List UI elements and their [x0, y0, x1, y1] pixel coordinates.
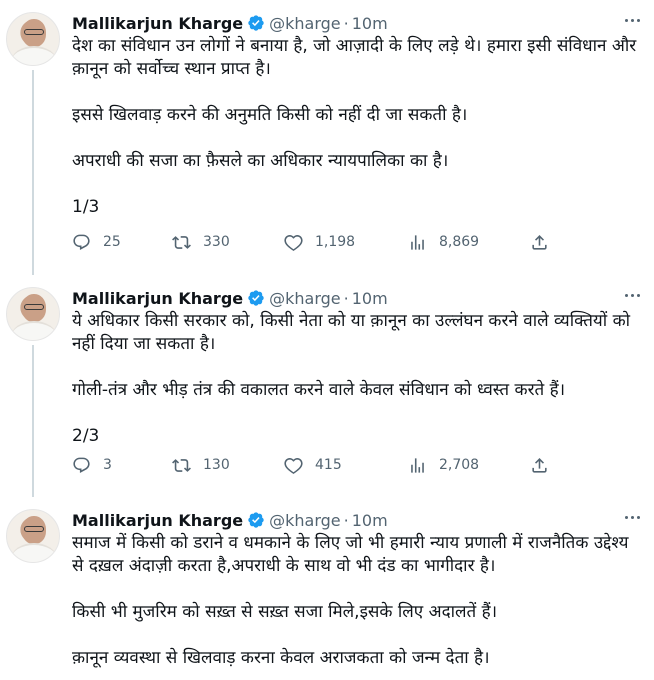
share-button[interactable]: [530, 233, 561, 252]
tweet-thread: Mallikarjun Kharge @kharge · 10m देश का …: [0, 0, 654, 680]
tweet-paragraph: देश का संविधान उन लोगों ने बनाया है, जो …: [72, 36, 637, 79]
share-icon: [532, 457, 547, 473]
retweet-count: 130: [203, 457, 230, 473]
like-icon: [284, 457, 303, 474]
tweet-1[interactable]: Mallikarjun Kharge @kharge · 10m देश का …: [0, 0, 654, 275]
reply-count: 3: [103, 457, 112, 473]
views-icon: [411, 234, 424, 250]
verified-badge-icon: [247, 14, 265, 32]
tweet-header: Mallikarjun Kharge @kharge · 10m: [72, 287, 638, 309]
tweet-actions: 3 130 415 2,708: [72, 453, 572, 477]
reply-icon: [73, 457, 90, 473]
share-icon: [532, 234, 547, 250]
views-button[interactable]: 2,708: [408, 456, 479, 475]
retweet-count: 330: [203, 234, 230, 250]
verified-badge-icon: [247, 511, 265, 529]
thread-line: [32, 345, 34, 497]
tweet-3[interactable]: Mallikarjun Kharge @kharge · 10m समाज मे…: [0, 497, 654, 680]
tweet-time[interactable]: 10m: [352, 289, 388, 308]
reply-icon: [73, 234, 90, 250]
author-handle[interactable]: @kharge: [269, 289, 341, 308]
retweet-button[interactable]: 330: [172, 233, 230, 252]
separator-dot: ·: [343, 510, 349, 530]
avatar[interactable]: [6, 287, 60, 341]
more-icon[interactable]: [622, 512, 642, 522]
tweet-header: Mallikarjun Kharge @kharge · 10m: [72, 12, 638, 34]
verified-badge-icon: [247, 289, 265, 307]
tweet-text: समाज में किसी को डराने व धमकाने के लिए ज…: [72, 532, 638, 670]
thread-counter: 1/3: [72, 197, 100, 217]
reply-button[interactable]: 25: [72, 233, 121, 252]
tweet-paragraph: क़ानून व्यवस्था से खिलवाड़ करना केवल अरा…: [72, 648, 490, 668]
tweet-time[interactable]: 10m: [352, 511, 388, 530]
tweet-paragraph: इससे खिलवाड़ करने की अनुमति किसी को नहीं…: [72, 105, 468, 125]
avatar-column: [6, 509, 60, 563]
like-count: 1,198: [315, 234, 356, 250]
avatar-column: [6, 12, 60, 66]
like-count: 415: [315, 457, 342, 473]
retweet-button[interactable]: 130: [172, 456, 230, 475]
tweet-paragraph: ये अधिकार किसी सरकार को, किसी नेता को या…: [72, 311, 631, 354]
tweet-content: Mallikarjun Kharge @kharge · 10m समाज मे…: [72, 509, 638, 670]
tweet-time[interactable]: 10m: [352, 14, 388, 33]
view-count: 8,869: [439, 234, 480, 250]
avatar-column: [6, 287, 60, 341]
author-name[interactable]: Mallikarjun Kharge: [72, 14, 243, 33]
author-handle[interactable]: @kharge: [269, 511, 341, 530]
author-handle[interactable]: @kharge: [269, 14, 341, 33]
thread-counter: 2/3: [72, 426, 100, 446]
tweet-2[interactable]: Mallikarjun Kharge @kharge · 10m ये अधिक…: [0, 275, 654, 497]
author-name[interactable]: Mallikarjun Kharge: [72, 511, 243, 530]
separator-dot: ·: [343, 13, 349, 33]
retweet-icon: [172, 458, 191, 472]
avatar[interactable]: [6, 12, 60, 66]
retweet-icon: [172, 235, 191, 249]
tweet-paragraph: गोली-तंत्र और भीड़ तंत्र की वकालत करने व…: [72, 380, 566, 400]
tweet-paragraph: किसी भी मुजरिम को सख़्त से सख़्त सजा मिल…: [72, 602, 498, 622]
tweet-paragraph: समाज में किसी को डराने व धमकाने के लिए ज…: [72, 533, 629, 576]
tweet-text: ये अधिकार किसी सरकार को, किसी नेता को या…: [72, 310, 638, 448]
separator-dot: ·: [343, 288, 349, 308]
thread-line: [32, 70, 34, 275]
views-icon: [411, 457, 424, 473]
tweet-paragraph: अपराधी की सजा का फ़ैसले का अधिकार न्यायप…: [72, 151, 449, 171]
more-icon[interactable]: [622, 15, 642, 25]
views-button[interactable]: 8,869: [408, 233, 479, 252]
like-button[interactable]: 415: [284, 456, 342, 475]
tweet-text: देश का संविधान उन लोगों ने बनाया है, जो …: [72, 35, 638, 219]
avatar[interactable]: [6, 509, 60, 563]
more-icon[interactable]: [622, 290, 642, 300]
like-icon: [284, 234, 303, 251]
author-name[interactable]: Mallikarjun Kharge: [72, 289, 243, 308]
reply-count: 25: [103, 234, 121, 250]
view-count: 2,708: [439, 457, 480, 473]
share-button[interactable]: [530, 456, 561, 475]
reply-button[interactable]: 3: [72, 456, 112, 475]
tweet-actions: 25 330 1,198 8,869: [72, 230, 572, 254]
tweet-header: Mallikarjun Kharge @kharge · 10m: [72, 509, 638, 531]
like-button[interactable]: 1,198: [284, 233, 355, 252]
tweet-content: Mallikarjun Kharge @kharge · 10m देश का …: [72, 12, 638, 219]
tweet-content: Mallikarjun Kharge @kharge · 10m ये अधिक…: [72, 287, 638, 448]
